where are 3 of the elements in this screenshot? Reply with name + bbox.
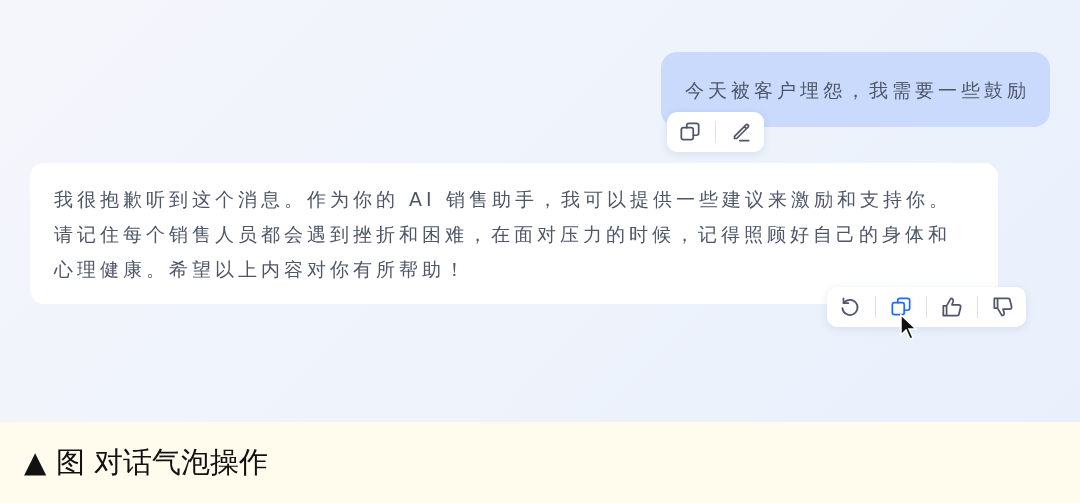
figure-caption: ▲ 图 对话气泡操作: [24, 443, 268, 481]
user-message: 今天被客户埋怨，我需要一些鼓励: [661, 52, 1050, 127]
assistant-message: 我很抱歉听到这个消息。作为你的 AI 销售助手，我可以提供一些建议来激励和支持你。请记住每个销售人员都会遇到挫折和困难，在面对压力的时候，记得照顾好自己的身体和心理健康。希望以上内容对你有所帮助！: [30, 163, 998, 304]
